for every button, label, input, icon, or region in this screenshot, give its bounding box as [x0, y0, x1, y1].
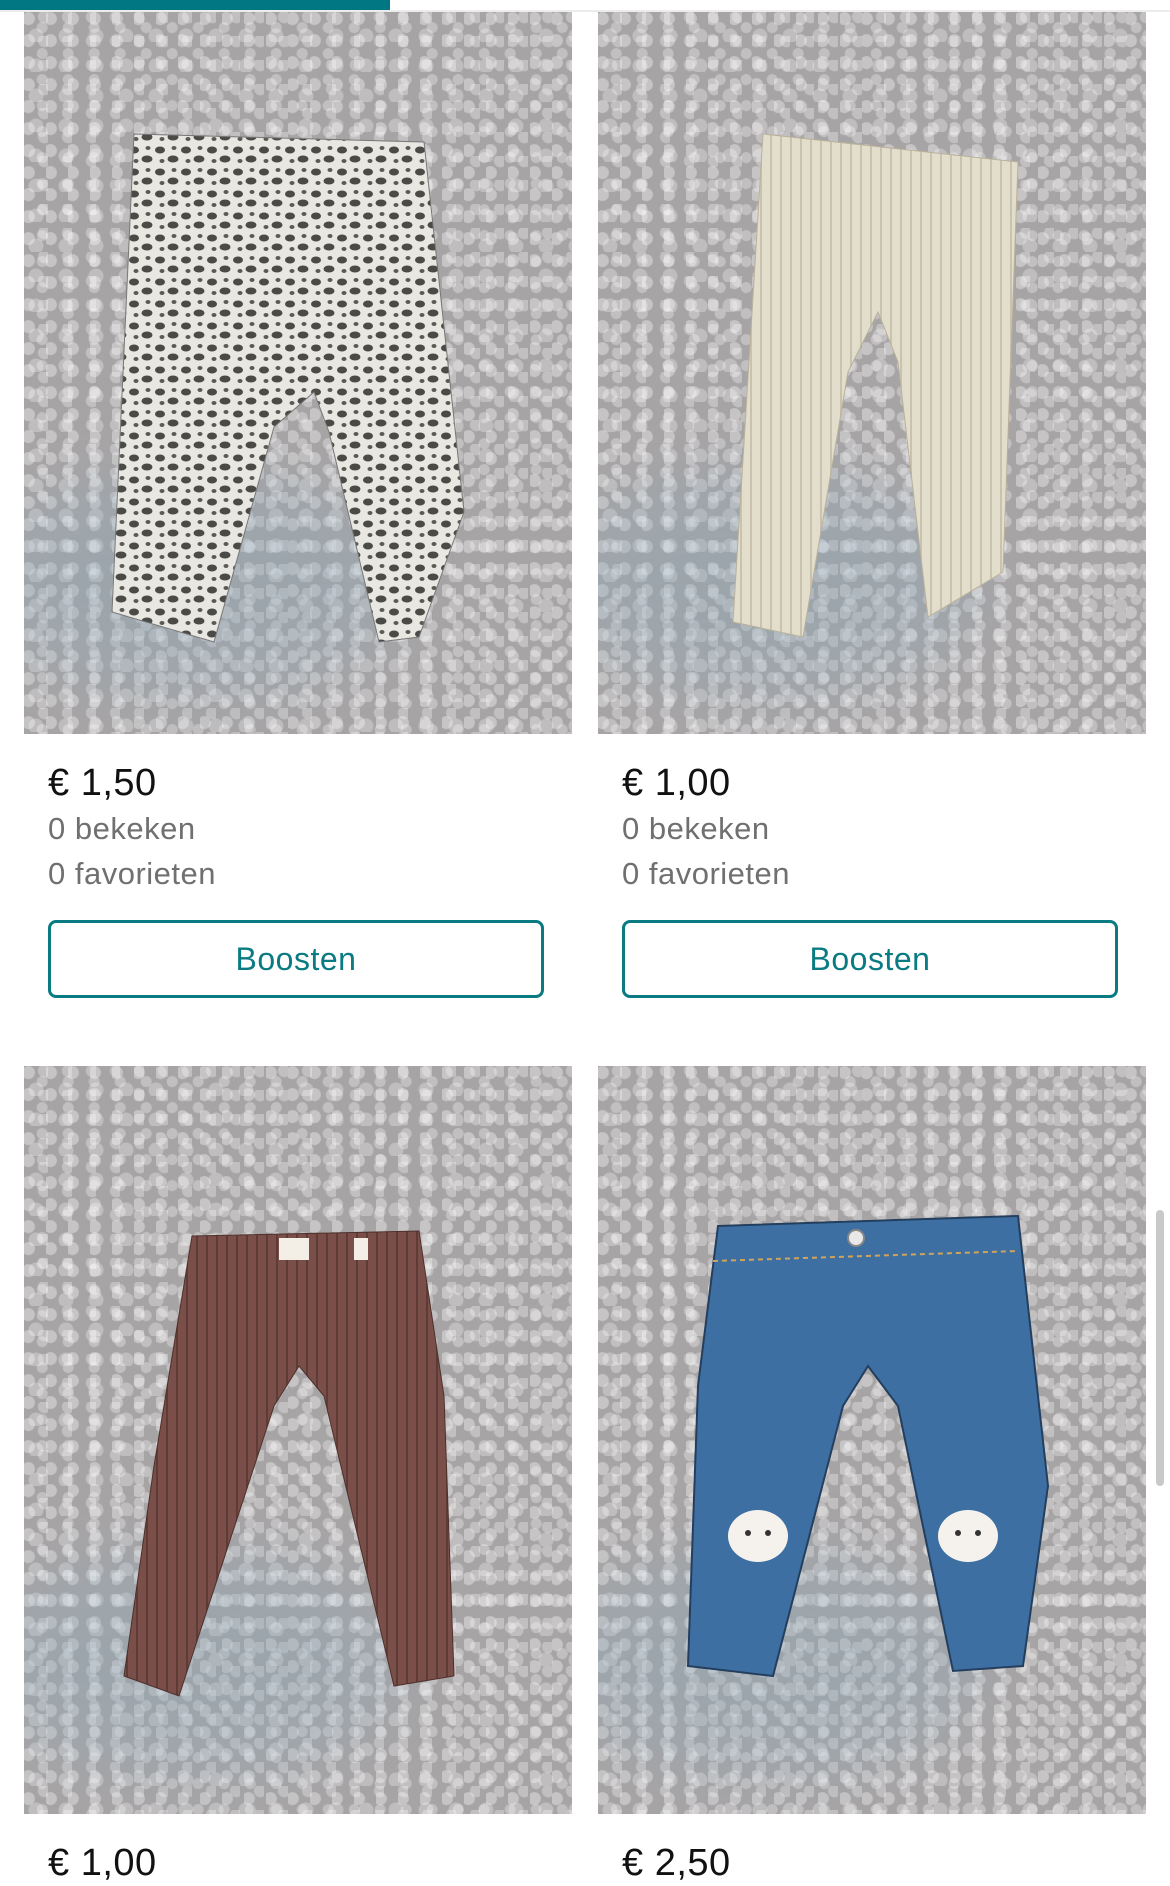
listing-photo[interactable] [24, 12, 572, 734]
boost-button[interactable]: Boosten [48, 920, 544, 998]
listing-photo[interactable] [24, 1066, 572, 1814]
brown-leggings-image [123, 1230, 455, 1697]
leopard-leggings-image [111, 133, 465, 643]
listing-photo[interactable] [598, 12, 1146, 734]
listing-card[interactable]: € 1,00 [24, 1066, 572, 1886]
price: € 1,50 [48, 762, 157, 804]
listing-card[interactable]: € 1,00 0 bekeken 0 favorieten Boosten [598, 12, 1146, 998]
listing-photo[interactable] [598, 1066, 1146, 1814]
listing-card[interactable]: € 1,50 0 bekeken 0 favorieten Boosten [24, 12, 572, 998]
favorites-count: 0 favorieten [622, 856, 790, 891]
loading-progress-track [0, 0, 1170, 10]
price: € 1,00 [48, 1842, 157, 1884]
loading-progress-fill [0, 0, 390, 10]
boost-button[interactable]: Boosten [622, 920, 1118, 998]
views-count: 0 bekeken [622, 811, 770, 846]
views-count: 0 bekeken [48, 811, 196, 846]
denim-jeans-image [686, 1214, 1050, 1678]
cream-leggings-image [732, 133, 1019, 638]
listing-card[interactable]: € 2,50 [598, 1066, 1146, 1886]
price: € 1,00 [622, 762, 731, 804]
price: € 2,50 [622, 1842, 731, 1884]
favorites-count: 0 favorieten [48, 856, 216, 891]
scrollbar[interactable] [1156, 1210, 1164, 1486]
